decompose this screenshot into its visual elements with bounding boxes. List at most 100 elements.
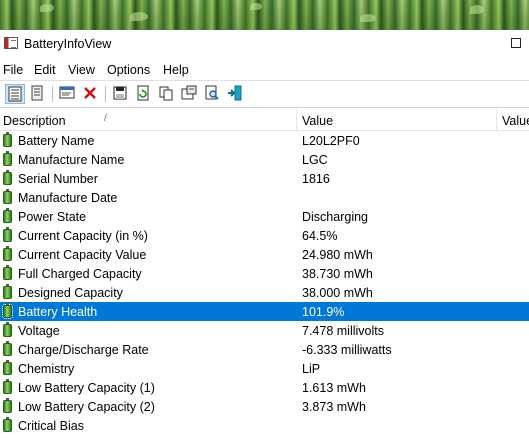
item-description: Voltage — [18, 324, 60, 338]
item-value: 1816 — [302, 172, 330, 186]
list-item[interactable]: Full Charged Capacity 38.730 mWh — [0, 264, 529, 283]
list-item[interactable]: Low Battery Capacity (2) 3.873 mWh — [0, 397, 529, 416]
item-description: Charge/Discharge Rate — [18, 343, 149, 357]
find-button[interactable] — [203, 84, 223, 104]
app-icon — [4, 37, 18, 49]
properties-button[interactable] — [58, 84, 78, 104]
delete-button[interactable] — [81, 84, 101, 104]
item-value: 38.730 mWh — [302, 267, 373, 281]
battery-icon — [3, 132, 12, 147]
item-description: Battery Health — [18, 305, 98, 319]
column-resize-handle[interactable] — [496, 109, 497, 131]
item-value: LGC — [302, 153, 328, 167]
battery-icon — [3, 284, 12, 299]
battery-icon — [3, 417, 12, 432]
save-button[interactable] — [111, 84, 131, 104]
list-item[interactable]: Current Capacity Value 24.980 mWh — [0, 245, 529, 264]
menu-options[interactable]: Options — [107, 63, 150, 77]
list-item[interactable]: Battery Health 101.9% — [0, 302, 529, 321]
list-item[interactable]: Manufacture Date — [0, 188, 529, 207]
toolbar — [0, 80, 529, 108]
html-report-icon — [181, 85, 197, 100]
item-value: 38.000 mWh — [302, 286, 373, 300]
battery-icon — [3, 151, 12, 166]
html-report-button[interactable] — [180, 84, 200, 104]
column-resize-handle[interactable] — [296, 109, 297, 131]
item-value: LiP — [302, 362, 321, 376]
toolbar-separator — [105, 86, 106, 102]
battery-info-list: Battery Name L20L2PF0 Manufacture Name LGC S… — [0, 131, 529, 435]
column-header-value-2[interactable]: Value — [502, 114, 529, 128]
item-value: 7.478 millivolts — [302, 324, 384, 338]
properties-icon — [59, 86, 75, 99]
battery-icon — [3, 189, 12, 204]
menu-bar: File Edit View Options Help — [0, 60, 529, 80]
item-value: 24.980 mWh — [302, 248, 373, 262]
item-description: Manufacture Date — [18, 191, 118, 205]
battery-icon — [3, 341, 12, 356]
list-item[interactable]: Designed Capacity 38.000 mWh — [0, 283, 529, 302]
battery-icon — [3, 265, 12, 280]
item-description: Low Battery Capacity (2) — [18, 400, 155, 414]
copy-icon — [159, 86, 173, 101]
delete-icon — [84, 87, 96, 99]
exit-button[interactable] — [226, 84, 246, 104]
list-item[interactable]: Voltage 7.478 millivolts — [0, 321, 529, 340]
toolbar-separator — [52, 86, 53, 102]
item-value: 64.5% — [302, 229, 338, 243]
item-description: Power State — [18, 210, 87, 224]
item-description: Manufacture Name — [18, 153, 125, 167]
battery-icon — [2, 303, 13, 319]
column-header-description[interactable]: Description — [3, 114, 66, 128]
list-item[interactable]: Serial Number 1816 — [0, 169, 529, 188]
battery-icon — [3, 170, 12, 185]
item-description: Chemistry — [18, 362, 75, 376]
item-value: 101.9% — [302, 305, 345, 319]
list-item[interactable]: Power State Discharging — [0, 207, 529, 226]
refresh-icon — [137, 85, 149, 101]
app-window: BatteryInfoView File Edit View Options H… — [0, 30, 529, 438]
list-item[interactable]: Critical Bias — [0, 416, 529, 435]
item-description: Low Battery Capacity (1) — [18, 381, 155, 395]
list-item[interactable]: Manufacture Name LGC — [0, 150, 529, 169]
battery-icon — [3, 227, 12, 242]
list-item[interactable]: Low Battery Capacity (1) 1.613 mWh — [0, 378, 529, 397]
battery-icon — [3, 398, 12, 413]
menu-help[interactable]: Help — [163, 63, 189, 77]
battery-icon — [3, 379, 12, 394]
column-header-value[interactable]: Value — [302, 114, 333, 128]
menu-file[interactable]: File — [3, 63, 23, 77]
battery-icon — [3, 322, 12, 337]
list-view-icon — [31, 85, 43, 101]
desktop-wallpaper — [0, 0, 529, 30]
item-value: L20L2PF0 — [302, 134, 360, 148]
item-description: Designed Capacity — [18, 286, 123, 300]
details-view-icon — [8, 86, 22, 102]
list-header: Description / Value Value — [0, 109, 529, 131]
item-value: -6.333 milliwatts — [302, 343, 392, 357]
item-description: Serial Number — [18, 172, 98, 186]
item-description: Current Capacity Value — [18, 248, 147, 262]
sort-ascending-icon: / — [104, 113, 107, 124]
list-view-button[interactable] — [28, 84, 48, 104]
list-item[interactable]: Current Capacity (in %) 64.5% — [0, 226, 529, 245]
item-description: Current Capacity (in %) — [18, 229, 148, 243]
save-icon — [113, 86, 127, 100]
battery-icon — [3, 208, 12, 223]
menu-edit[interactable]: Edit — [34, 63, 56, 77]
battery-icon — [3, 360, 12, 375]
maximize-icon[interactable] — [511, 38, 521, 48]
window-title: BatteryInfoView — [24, 37, 112, 51]
menu-view[interactable]: View — [68, 63, 95, 77]
item-value: 3.873 mWh — [302, 400, 366, 414]
details-view-button[interactable] — [5, 84, 25, 104]
list-item[interactable]: Battery Name L20L2PF0 — [0, 131, 529, 150]
copy-button[interactable] — [157, 84, 177, 104]
list-item[interactable]: Charge/Discharge Rate -6.333 milliwatts — [0, 340, 529, 359]
refresh-button[interactable] — [134, 84, 154, 104]
title-bar[interactable]: BatteryInfoView — [0, 30, 529, 58]
list-item[interactable]: Chemistry LiP — [0, 359, 529, 378]
item-value: Discharging — [302, 210, 369, 224]
item-description: Battery Name — [18, 134, 95, 148]
find-icon — [205, 85, 219, 100]
